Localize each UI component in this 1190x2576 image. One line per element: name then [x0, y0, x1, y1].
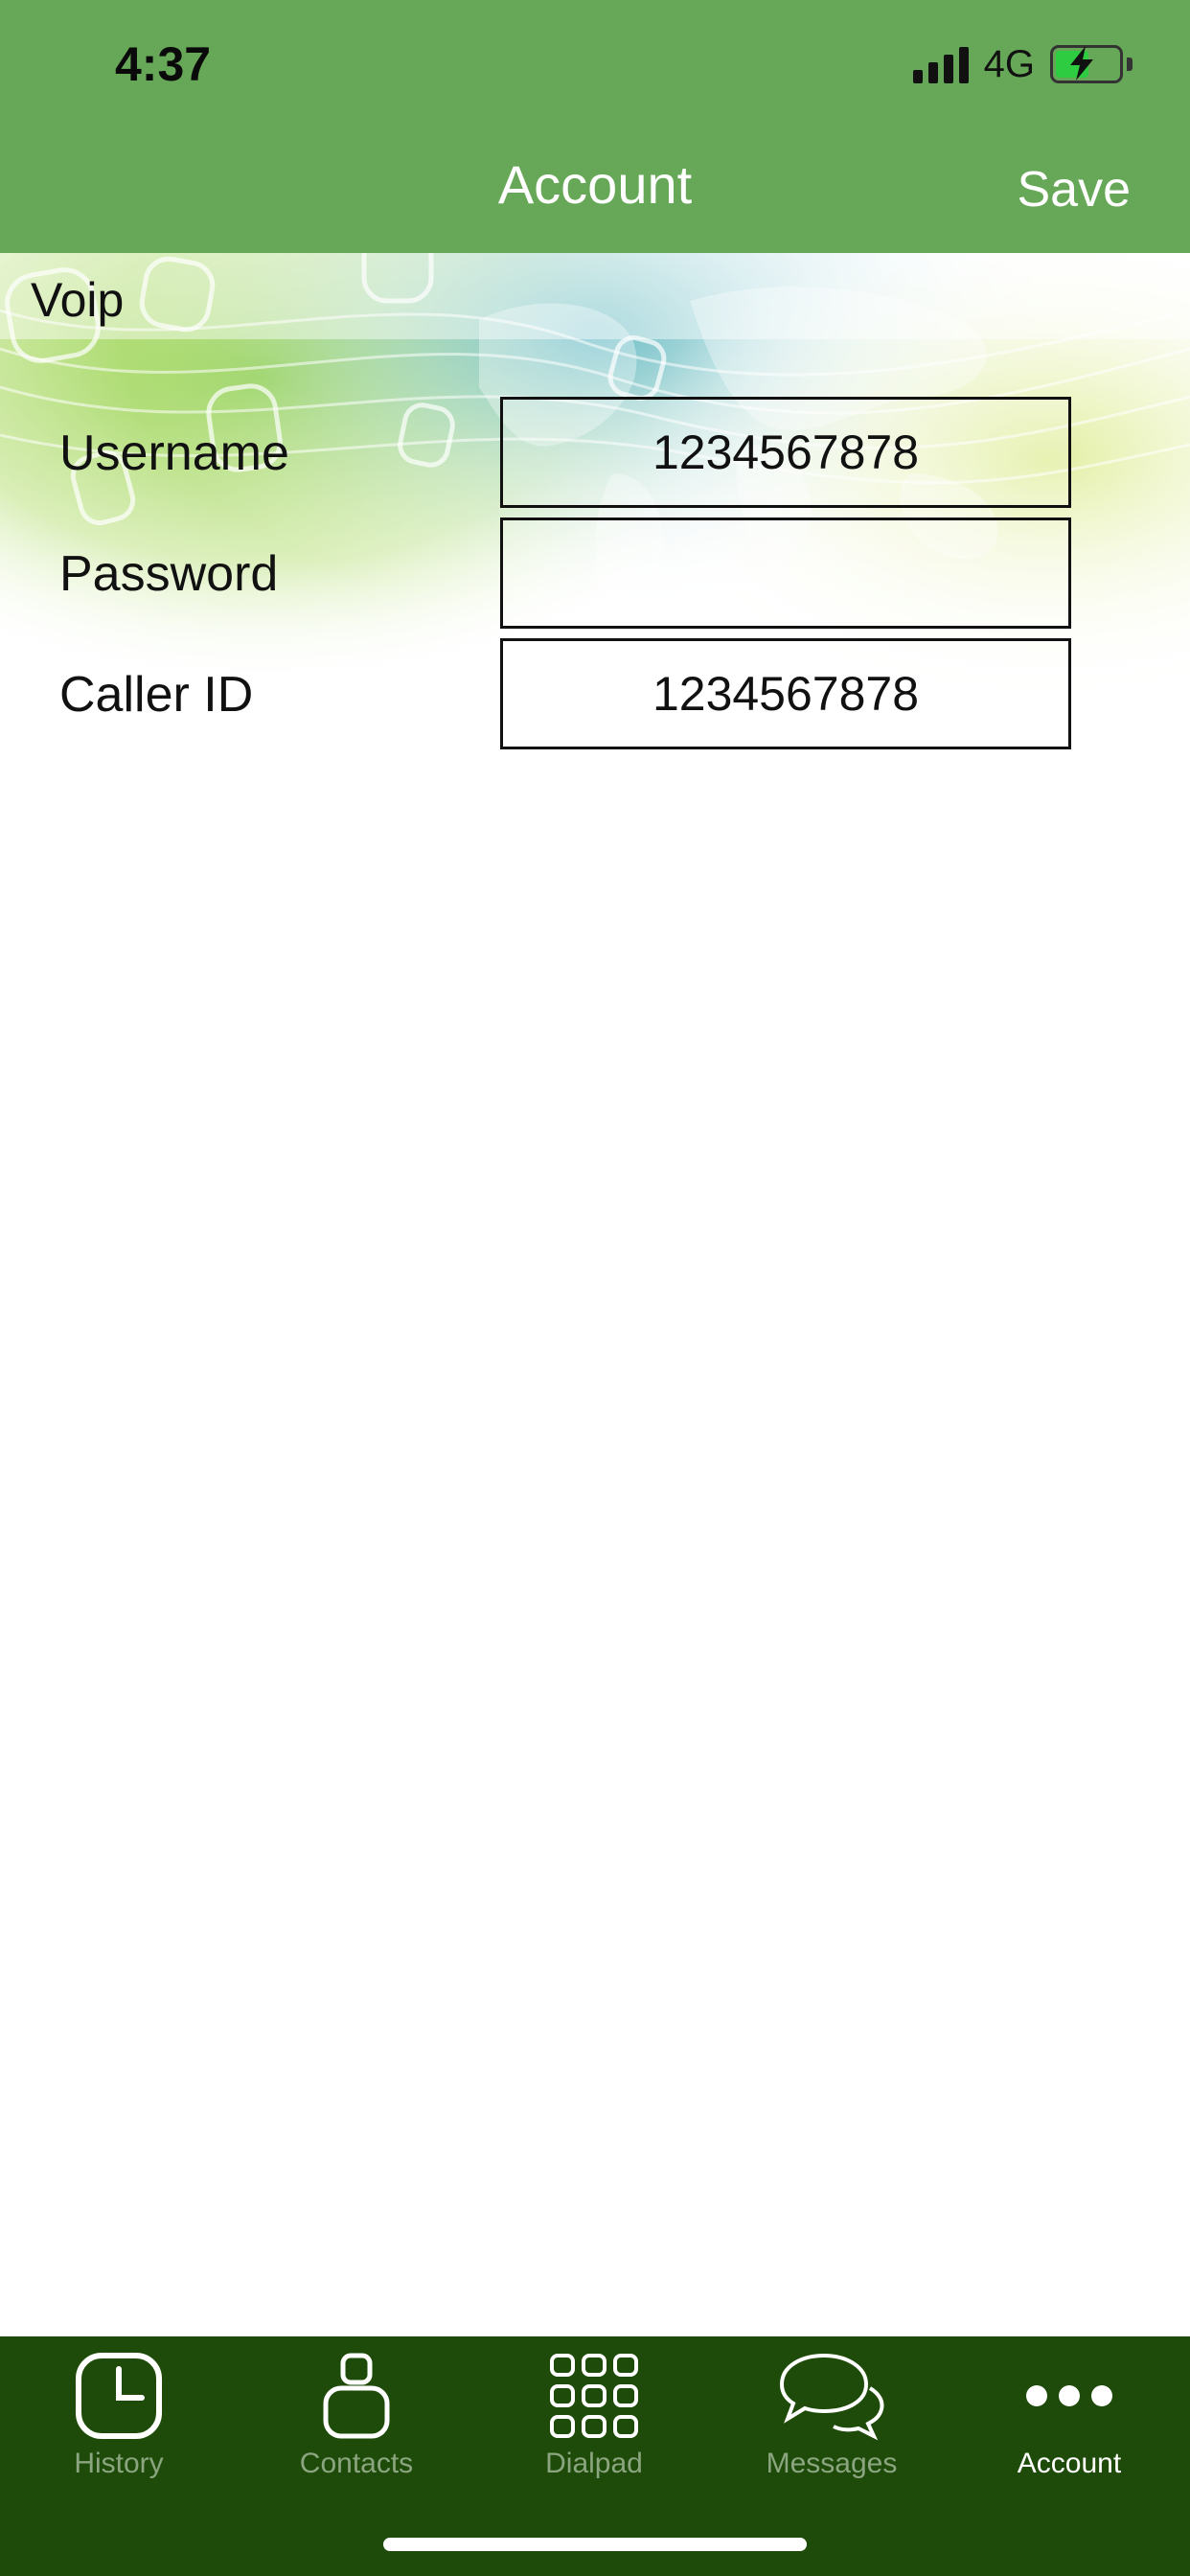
tab-messages-label: Messages	[766, 2448, 898, 2479]
dialpad-icon	[537, 2348, 652, 2444]
tab-history[interactable]: History	[0, 2336, 238, 2499]
section-title: Voip	[31, 273, 125, 327]
tab-dialpad-label: Dialpad	[545, 2448, 643, 2479]
battery-icon	[1050, 45, 1123, 83]
tab-dialpad[interactable]: Dialpad	[475, 2336, 713, 2499]
caller-id-field[interactable]: 1234567878	[500, 638, 1071, 749]
tab-messages[interactable]: Messages	[713, 2336, 950, 2499]
caller-id-label: Caller ID	[59, 667, 254, 723]
home-indicator[interactable]	[383, 2538, 807, 2551]
tab-history-label: History	[74, 2448, 164, 2479]
save-button[interactable]: Save	[1017, 161, 1131, 218]
status-time: 4:37	[115, 37, 212, 91]
network-type: 4G	[983, 42, 1035, 85]
charging-bolt-icon	[1070, 46, 1093, 80]
more-dots-icon	[1012, 2348, 1127, 2444]
username-label: Username	[59, 426, 289, 481]
password-label: Password	[59, 546, 279, 602]
chat-bubbles-icon	[774, 2348, 889, 2444]
tab-contacts-label: Contacts	[299, 2448, 414, 2479]
clock-icon	[61, 2348, 176, 2444]
tab-contacts[interactable]: Contacts	[238, 2336, 475, 2499]
tab-account-label: Account	[1017, 2448, 1122, 2479]
signal-icon	[912, 45, 969, 83]
username-field[interactable]: 1234567878	[500, 397, 1071, 508]
section-header	[0, 253, 1190, 339]
page-title: Account	[497, 154, 693, 215]
top-bar: 4:37 4G Account Save	[0, 0, 1190, 253]
password-field[interactable]	[500, 518, 1071, 629]
status-indicators: 4G	[912, 40, 1133, 88]
person-icon	[299, 2348, 414, 2444]
tab-account[interactable]: Account	[950, 2336, 1188, 2499]
